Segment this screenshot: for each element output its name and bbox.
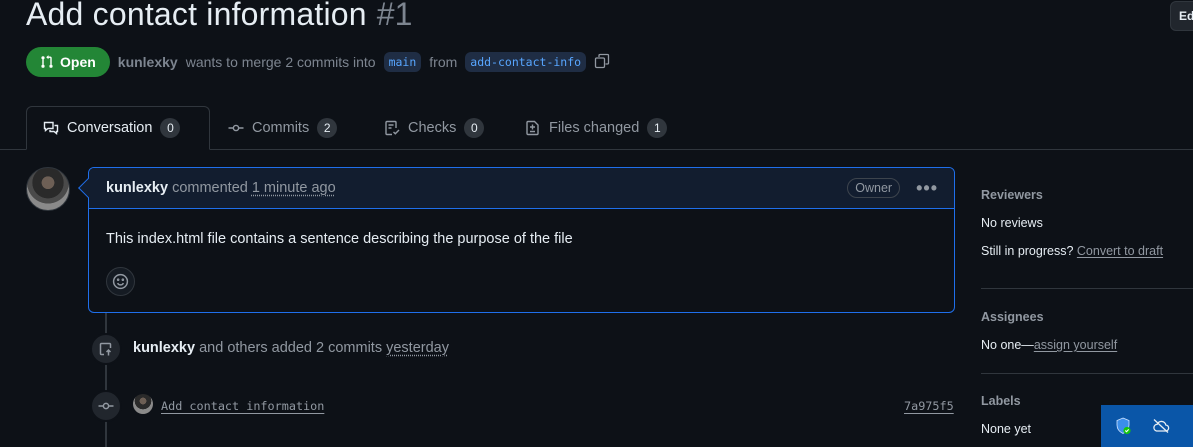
tab-commits[interactable]: Commits 2 [212,106,353,150]
merge-description: wants to merge 2 commits into [185,54,376,70]
comment-author-link[interactable]: kunlexky [106,180,168,196]
copy-icon[interactable] [594,53,610,72]
pr-number: #1 [376,0,413,32]
checklist-icon [385,120,400,136]
edit-button[interactable]: Ed [1170,1,1193,31]
event-time-link[interactable]: yesterday [386,340,449,356]
assignees-value: No one— [981,338,1034,352]
pr-author-link[interactable]: kunlexky [118,54,178,70]
tab-checks-label: Checks [408,120,457,136]
reviewers-value: No reviews [981,216,1043,230]
sidebar-divider [981,288,1193,289]
commit-sha-link[interactable]: 7a975f5 [904,399,954,413]
timeline-event: kunlexky and others added 2 commits yest… [133,340,449,356]
shield-check-icon[interactable] [1113,416,1133,436]
open-state-label: Open [60,54,96,70]
reviewers-heading[interactable]: Reviewers [981,188,1193,202]
commit-author-avatar[interactable] [133,394,153,414]
kebab-horizontal-icon[interactable]: ••• [916,179,938,197]
comment-verb: commented [172,180,248,196]
cloud-offline-icon[interactable] [1151,416,1171,436]
file-diff-icon [526,120,539,136]
event-text: and others added 2 commits [199,340,383,356]
assign-yourself-link[interactable]: assign yourself [1034,338,1117,352]
pr-state-row: Open kunlexky wants to merge 2 commits i… [26,47,610,77]
convert-to-draft-link[interactable]: Convert to draft [1077,244,1163,258]
tab-conversation-label: Conversation [67,120,153,136]
tab-files-changed-label: Files changed [549,120,640,136]
commit-message-link[interactable]: Add contact information [161,399,324,413]
sidebar-divider [981,373,1193,374]
comment-discussion-icon [43,121,59,135]
pr-title-row: Add contact information #1 [26,0,412,33]
draft-prompt: Still in progress? [981,244,1074,258]
tab-conversation-count: 0 [160,118,181,138]
head-branch-link[interactable]: add-contact-info [465,52,587,72]
comment-header: kunlexky commented 1 minute ago Owner ••… [89,168,954,209]
reviewers-section: Reviewers No reviews Still in progress? … [981,188,1193,258]
tab-conversation[interactable]: Conversation 0 [26,106,210,150]
pr-title: Add contact information [26,0,367,32]
tab-checks[interactable]: Checks 0 [368,106,500,150]
git-pull-request-icon [41,55,53,68]
tab-commits-label: Commits [252,120,310,136]
tab-files-changed-count: 1 [647,118,668,138]
tab-commits-count: 2 [317,118,338,138]
comment-body: This index.html file contains a sentence… [106,231,573,247]
git-commit-icon [98,402,114,410]
system-tray [1101,405,1193,447]
git-commit-icon [228,124,244,132]
smiley-icon [112,273,129,290]
pull-request-page: Add contact information #1 Ed Open kunle… [0,0,1193,447]
tab-checks-count: 0 [464,118,485,138]
owner-badge: Owner [847,178,901,198]
assignees-heading[interactable]: Assignees [981,310,1193,324]
open-state-badge: Open [26,47,110,77]
comment-timestamp-link[interactable]: 1 minute ago [252,180,336,196]
from-text: from [429,54,458,70]
base-branch-link[interactable]: main [383,52,422,72]
assignees-row: No one—assign yourself [981,338,1193,352]
draft-row: Still in progress? Convert to draft [981,244,1193,258]
comment-box: kunlexky commented 1 minute ago Owner ••… [88,167,955,313]
assignees-section: Assignees No one—assign yourself [981,310,1193,352]
timeline-commit-badge [90,390,122,422]
avatar[interactable] [26,167,70,211]
repo-push-icon [99,342,112,356]
tab-files-changed[interactable]: Files changed 1 [509,106,683,150]
add-reaction-button[interactable] [106,267,135,296]
event-author-link[interactable]: kunlexky [133,340,195,356]
timeline-push-badge [90,333,122,365]
